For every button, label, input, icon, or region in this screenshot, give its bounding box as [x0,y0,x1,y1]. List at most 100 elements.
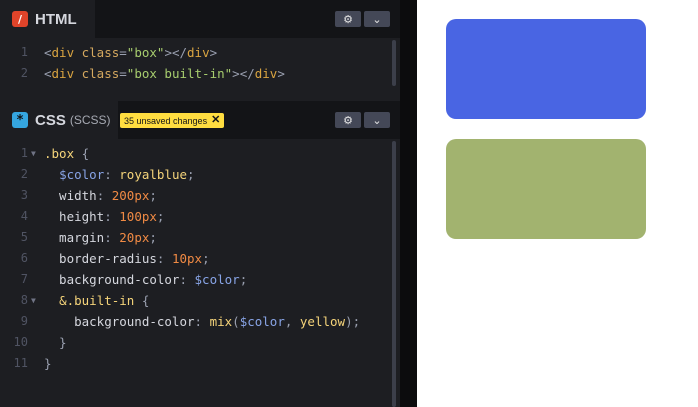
code-token: class [74,66,120,81]
code-token: $color [194,272,240,287]
code-line[interactable]: 2 <div class="box built-in"></div> [0,63,392,84]
code-token: > [209,45,218,60]
code-token: $color [239,314,285,329]
code-line[interactable]: 11} [0,353,392,374]
code-token: &.built-in [59,293,135,308]
code-token: : [96,188,112,203]
close-icon[interactable]: ✕ [211,115,220,126]
line-number: 8 [20,293,28,307]
fold-arrow-icon[interactable]: ▼ [31,290,36,311]
line-number: 11 [13,356,28,370]
code-token: ; [239,272,248,287]
code-text: &.built-in { [44,290,149,311]
css-logo-icon: * [12,112,28,128]
code-token: : [104,209,120,224]
code-token: : [179,272,195,287]
code-text: margin: 20px; [44,227,157,248]
line-number: 10 [13,335,28,349]
css-pane-header: * CSS (SCSS) 35 unsaved changes ✕ ⚙ ⌄ [0,101,400,139]
code-token: ; [149,188,157,203]
css-scrollbar[interactable] [392,141,396,407]
line-number: 1 [20,146,28,160]
line-number: 7 [20,272,28,286]
code-text: } [44,332,67,353]
code-text: border-radius: 10px; [44,248,210,269]
fold-arrow-icon[interactable]: ▼ [31,143,36,164]
code-line[interactable]: 1 ▼ .box { [0,143,392,164]
preview-box [446,19,646,119]
code-text: } [44,353,52,374]
preview-box-built-in [446,139,646,239]
code-token: .box [44,146,75,161]
html-pane-header: / HTML ⚙ ⌄ [0,0,400,38]
css-settings-button[interactable]: ⚙ [335,112,361,128]
code-line[interactable]: 9 background-color: mix($color, yellow); [0,311,392,332]
code-token: royalblue [119,167,188,182]
code-token: } [44,335,67,350]
code-token: = [119,45,127,60]
code-line[interactable]: 4 height: 100px; [0,206,392,227]
css-collapse-button[interactable]: ⌄ [364,112,390,128]
code-token: < [44,45,52,60]
code-token: ); [345,314,361,329]
code-line[interactable]: 2 $color: royalblue; [0,164,392,185]
code-line[interactable]: 10 } [0,332,392,353]
code-token: 20px [119,230,150,245]
code-token: div [51,66,75,81]
code-token: border-radius [44,251,157,266]
css-tab[interactable]: * CSS (SCSS) [0,101,118,139]
html-collapse-button[interactable]: ⌄ [364,11,390,27]
code-line[interactable]: 3 width: 200px; [0,185,392,206]
code-text: background-color: $color; [44,269,247,290]
code-token: = [119,66,127,81]
line-number: 1 [20,45,28,59]
code-token: : [104,230,120,245]
code-token: < [44,66,52,81]
line-number: 2 [20,167,28,181]
code-text: .box { [44,143,89,164]
css-tab-title: CSS [35,111,66,129]
html-tab-title: HTML [35,10,77,28]
html-scrollbar[interactable] [392,40,396,86]
code-token: 10px [171,251,203,266]
chevron-down-icon: ⌄ [372,12,382,26]
code-token: ; [149,230,157,245]
code-token: ; [156,209,165,224]
code-token: { [74,146,90,161]
html-settings-button[interactable]: ⚙ [335,11,361,27]
code-line[interactable]: 8 ▼ &.built-in { [0,290,392,311]
code-token: background-color [44,272,180,287]
code-line[interactable]: 1 <div class="box"></div> [0,42,392,63]
code-token: 200px [111,188,150,203]
line-number: 6 [20,251,28,265]
code-line[interactable]: 5 margin: 20px; [0,227,392,248]
code-token: } [44,356,52,371]
unsaved-changes-label: 35 unsaved changes [124,115,208,126]
code-token: div [254,66,278,81]
chevron-down-icon: ⌄ [372,113,382,127]
code-token: ( [232,314,240,329]
unsaved-changes-badge[interactable]: 35 unsaved changes ✕ [120,113,225,128]
code-token: ; [202,251,210,266]
code-token: > [232,66,240,81]
code-token: 100px [119,209,157,224]
html-tab[interactable]: / HTML [0,0,95,38]
code-line[interactable]: 6 border-radius: 10px; [0,248,392,269]
code-token: yellow [299,314,346,329]
html-code-area[interactable]: 1 <div class="box"></div> 2 <div class="box… [0,42,392,88]
code-token: "box" [126,45,165,60]
code-text: <div class="box built-in"></div> [44,63,285,84]
pane-resize-handle[interactable] [400,0,417,407]
code-token: : [156,251,172,266]
code-token: ; [187,167,195,182]
line-number: 2 [20,66,28,80]
code-text: width: 200px; [44,185,157,206]
code-line[interactable]: 7 background-color: $color; [0,269,392,290]
code-token: </ [239,66,255,81]
css-tab-subtitle: (SCSS) [69,113,111,127]
code-token: </ [171,45,188,60]
code-token: { [134,293,150,308]
code-token: : [104,167,120,182]
css-code-area[interactable]: 1 ▼ .box {2 $color: royalblue; 3 width: 200… [0,143,392,407]
